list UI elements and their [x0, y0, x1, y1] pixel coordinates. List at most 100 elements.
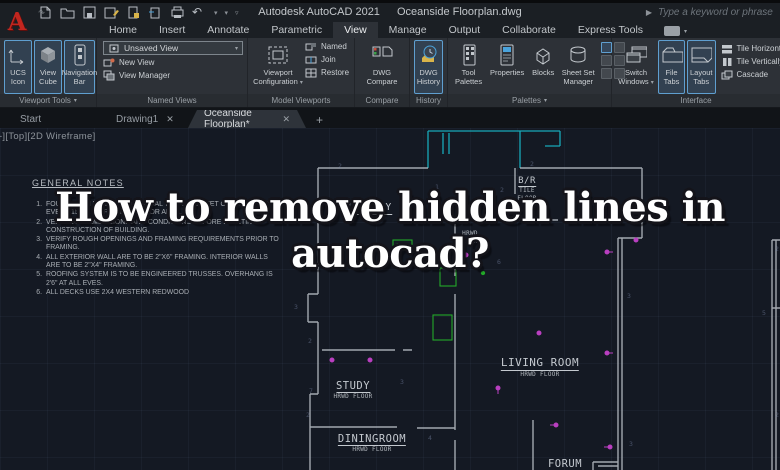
new-view-button[interactable]: New View — [103, 57, 244, 68]
file-tabs-icon — [661, 43, 683, 67]
redo-dropdown-icon[interactable]: ▾ — [225, 9, 229, 17]
chevron-down-icon: ▾ — [650, 79, 654, 86]
panel-label-interface[interactable]: Interface — [612, 94, 780, 107]
save-as-icon[interactable] — [104, 6, 119, 19]
quick-access-toolbar: ↶ ▾ ↷ ▾ ▿ — [38, 6, 239, 19]
cube-icon — [37, 43, 59, 67]
dimension-numbers: 2122327234336522 — [0, 128, 780, 470]
sheet-set-manager-button[interactable]: Sheet Set Manager — [559, 40, 597, 94]
layout-tabs-icon — [690, 43, 713, 67]
panel-label-compare[interactable]: Compare — [355, 94, 409, 107]
save-icon[interactable] — [82, 6, 97, 19]
viewport-configuration-button[interactable]: Viewport Configuration ▾ — [252, 40, 304, 94]
switch-windows-button[interactable]: Switch Windows ▾ — [616, 40, 656, 94]
panel-interface: Switch Windows ▾ File Tabs Layout Tabs T… — [612, 38, 780, 107]
tile-vertical-icon — [721, 56, 733, 67]
publish-icon[interactable] — [148, 6, 163, 19]
command-line-toggle-icon[interactable] — [601, 42, 613, 53]
help-search[interactable]: ▶ Type a keyword or phrase — [646, 7, 778, 18]
tab-insert[interactable]: Insert — [148, 22, 196, 38]
dimension-number: 7 — [309, 387, 313, 395]
panel-label-viewport-tools[interactable]: Viewport Tools ▾ — [0, 94, 96, 107]
close-icon[interactable]: ✕ — [166, 114, 174, 125]
search-arrow-icon[interactable]: ▶ — [646, 8, 652, 17]
chevron-down-icon: ▾ — [234, 45, 238, 52]
restore-viewports-button[interactable]: Restore — [305, 67, 349, 78]
tab-output[interactable]: Output — [438, 22, 492, 38]
title-bar: A ↶ ▾ ↷ ▾ ▿ Autodesk AutoCAD 2021 Oceans… — [0, 0, 780, 36]
print-icon[interactable] — [170, 6, 185, 19]
undo-dropdown-icon[interactable]: ▾ — [214, 9, 218, 17]
ribbon-tab-row: Home Insert Annotate Parametric View Man… — [0, 22, 780, 38]
design-center-icon[interactable] — [601, 55, 613, 66]
tab-annotate[interactable]: Annotate — [196, 22, 260, 38]
close-icon[interactable]: ✕ — [282, 114, 290, 125]
panel-compare: DWG Compare Compare — [355, 38, 410, 107]
panel-viewport-tools: UCS Icon View Cube Navigation Bar Viewport … — [0, 38, 97, 107]
panel-label-named-views[interactable]: Named Views — [97, 94, 247, 107]
dwg-history-icon — [418, 43, 440, 67]
drawing-canvas[interactable]: [-][Top][2D Wireframe] GENERAL NOTES 1. F… — [0, 128, 780, 470]
restore-icon — [305, 67, 317, 78]
tool-palettes-button[interactable]: Tool Palettes — [452, 40, 485, 94]
tab-express-tools[interactable]: Express Tools — [567, 22, 654, 38]
overlay-title-line1: How to remove hidden lines in — [55, 184, 725, 231]
panel-label-model-viewports[interactable]: Model Viewports — [248, 94, 354, 107]
file-tab-start[interactable]: Start — [4, 110, 100, 128]
tab-home[interactable]: Home — [98, 22, 148, 38]
view-icon — [108, 43, 120, 54]
dwg-history-button[interactable]: DWG History — [413, 40, 444, 94]
app-title: Autodesk AutoCAD 2021 — [258, 6, 380, 18]
named-view-dropdown[interactable]: Unsaved View ▾ — [103, 41, 243, 55]
tab-manage[interactable]: Manage — [378, 22, 438, 38]
tab-parametric[interactable]: Parametric — [260, 22, 333, 38]
dimension-number: 5 — [762, 309, 766, 317]
tab-view[interactable]: View — [333, 22, 378, 38]
file-tab-bar: Start Drawing1 ✕ Oceanside Floorplan* ✕ + — [0, 108, 780, 128]
dimension-number: 3 — [629, 440, 633, 448]
view-manager-button[interactable]: View Manager — [103, 70, 244, 81]
tile-vertically-button[interactable]: Tile Vertically — [721, 56, 780, 67]
viewport-config-icon — [267, 43, 289, 67]
properties-button[interactable]: Properties — [487, 40, 527, 94]
layout-tabs-button[interactable]: Layout Tabs — [687, 40, 716, 94]
panel-caret-icon: ▾ — [73, 98, 77, 104]
panel-model-viewports: Viewport Configuration ▾ Named Join Rest… — [248, 38, 355, 107]
panel-named-views: Unsaved View ▾ New View View Manager Nam… — [97, 38, 248, 107]
blocks-button[interactable]: Blocks — [529, 40, 557, 94]
open-folder-icon[interactable] — [60, 6, 75, 19]
file-tab-drawing1[interactable]: Drawing1 ✕ — [100, 110, 188, 128]
cascade-button[interactable]: Cascade — [721, 69, 780, 80]
cascade-icon — [721, 69, 733, 80]
search-placeholder[interactable]: Type a keyword or phrase — [658, 7, 778, 18]
new-drawing-tab-button[interactable]: + — [316, 114, 323, 126]
dimension-number: 2 — [308, 337, 312, 345]
tab-collaborate[interactable]: Collaborate — [491, 22, 567, 38]
panel-label-palettes[interactable]: Palettes ▾ — [448, 94, 611, 107]
qat-customize-icon[interactable]: ▿ — [235, 9, 239, 17]
panel-caret-icon: ▾ — [543, 98, 547, 104]
new-view-icon — [103, 57, 115, 68]
view-cube-button[interactable]: View Cube — [34, 40, 62, 94]
join-viewports-button[interactable]: Join — [305, 54, 349, 65]
autocad-app-menu-icon[interactable]: A — [4, 7, 30, 39]
dwg-compare-icon — [371, 43, 393, 67]
tool-palettes-icon — [458, 43, 480, 67]
panel-label-history[interactable]: History — [410, 94, 447, 107]
dimension-number: 2 — [306, 411, 310, 419]
tile-horizontally-button[interactable]: Tile Horizontally — [721, 43, 780, 54]
named-viewports-button[interactable]: Named — [305, 41, 349, 52]
file-tabs-button[interactable]: File Tabs — [658, 40, 685, 94]
count-palette-icon[interactable] — [601, 68, 613, 79]
sheet-set-icon — [567, 43, 589, 67]
dimension-number: 3 — [400, 378, 404, 386]
plot-icon[interactable] — [126, 6, 141, 19]
redo-icon[interactable]: ↷ — [38, 6, 53, 19]
navigation-bar-button[interactable]: Navigation Bar — [62, 40, 97, 94]
file-tab-oceanside-floorplan[interactable]: Oceanside Floorplan* ✕ — [188, 110, 306, 128]
dwg-compare-button[interactable]: DWG Compare — [360, 40, 404, 94]
ribbon-display-toggle[interactable]: ▾ — [664, 26, 687, 36]
dimension-number: 2 — [775, 411, 779, 419]
undo-icon[interactable]: ↶ — [192, 6, 207, 19]
ucs-icon-button[interactable]: UCS Icon — [4, 40, 32, 94]
